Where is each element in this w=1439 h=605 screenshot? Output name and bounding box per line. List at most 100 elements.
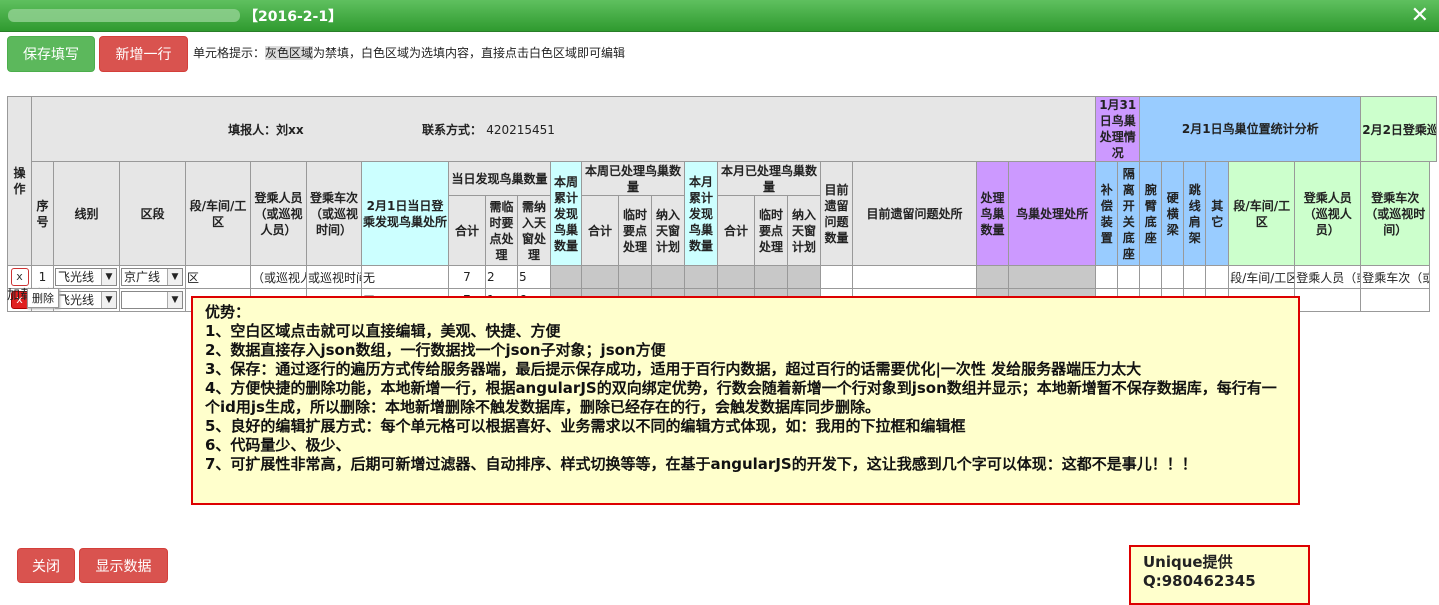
h-proc-count: 处理鸟巢数量	[976, 161, 1009, 266]
section-select-value: 京广线	[124, 270, 161, 284]
h-day-found: 当日发现鸟巢数量	[448, 161, 551, 196]
line-select[interactable]: 飞光线 ▼	[55, 268, 117, 286]
h-geli: 隔离开关底座	[1117, 161, 1141, 266]
h-remain-count: 目前遗留问题数量	[820, 161, 853, 266]
op-header: 操作	[7, 96, 32, 266]
advantage-item: 5、良好的编辑扩展方式：每个单元格可以根据喜好、业务需求以不同的编辑方式体现，如…	[205, 417, 966, 435]
cell-place[interactable]: 无	[361, 265, 449, 289]
cell-tiao[interactable]	[1183, 265, 1207, 289]
table-row: x 1 飞光线▼ 京广线▼ 区 （或巡视人 或巡视时间 无 7 2 5 段/车间…	[7, 265, 1437, 289]
h-other: 其它	[1205, 161, 1230, 266]
h-week-sky: 纳入天窗计划	[651, 195, 685, 266]
cell-dept2[interactable]: 段/车间/工区	[1228, 265, 1296, 289]
cell-geli[interactable]	[1117, 265, 1141, 289]
cell-remain-place[interactable]	[852, 265, 977, 289]
add-row-button[interactable]: 新增一行	[99, 36, 188, 72]
h-proc-place: 鸟巢处理处所	[1007, 161, 1097, 266]
line-select[interactable]: 飞光线 ▼	[55, 291, 117, 309]
filler-label: 填报人：刘xx	[228, 122, 304, 137]
section-select[interactable]: ▼	[121, 291, 183, 309]
h-week-done: 本周已处理鸟巢数量	[581, 161, 685, 196]
h-staff2: 登乘人员（巡视人员）	[1294, 161, 1362, 266]
group-jan31: 1月31日鸟巢处理情况	[1095, 96, 1141, 162]
h-month-done: 本月已处理鸟巢数量	[717, 161, 821, 196]
hint-prefix: 单元格提示：	[193, 46, 266, 60]
h-month-temp: 临时要点处理	[754, 195, 788, 266]
title-date: 【2016-2-1】	[244, 9, 343, 25]
cell-train[interactable]: 或巡视时间	[306, 265, 362, 289]
h-staff: 登乘人员（或巡视人员）	[250, 161, 307, 266]
save-button[interactable]: 保存填写	[7, 36, 95, 72]
h-buchang: 补偿装置	[1095, 161, 1119, 266]
blurred-title	[8, 9, 240, 22]
filler-row: 填报人：刘xx 联系方式： 420215451	[30, 96, 1097, 162]
h-line: 线别	[53, 161, 120, 266]
h-yinghengliang: 硬横梁	[1161, 161, 1185, 266]
advantage-item: 7、可扩展性非常高，后期可新增过滤器、自动排序、样式切换等等，在基于angula…	[205, 455, 1197, 473]
h-section: 区段	[119, 161, 186, 266]
line-select-value: 飞光线	[58, 270, 95, 284]
advantage-item: 2、数据直接存入json数组，一行数据找一个json子对象；json方便	[205, 341, 666, 359]
advantages-title: 优势：	[205, 303, 251, 321]
chevron-down-icon: ▼	[167, 292, 182, 308]
h-wanbi: 腕臂底座	[1139, 161, 1163, 266]
cell-other[interactable]	[1205, 265, 1230, 289]
cell-dept[interactable]: 区	[185, 265, 251, 289]
credit-line2: Q:980462345	[1143, 572, 1256, 590]
h-month-sum: 合计	[717, 195, 755, 266]
h-feb1-place: 2月1日当日登乘发现鸟巢处所	[361, 161, 449, 266]
cell-staff2[interactable]: 登乘人员（或	[1294, 265, 1362, 289]
h-month-sky: 纳入天窗计划	[787, 195, 821, 266]
cell-sum[interactable]: 7	[448, 265, 486, 289]
cell-remain-count[interactable]	[820, 265, 853, 289]
h-week-total: 本周累计发现鸟巢数量	[550, 161, 582, 266]
h-train2: 登乘车次（或巡视时间）	[1360, 161, 1431, 266]
credit-note: Unique提供 Q:980462345	[1129, 545, 1310, 605]
hint-gray-area: 灰色区域	[265, 46, 314, 60]
h-seq: 序号	[31, 161, 54, 266]
delete-tooltip: 删除	[27, 288, 59, 308]
cell-train2[interactable]: 登乘车次（或	[1360, 265, 1431, 289]
show-data-button[interactable]: 显示数据	[79, 548, 168, 583]
credit-line1: Unique提供	[1143, 553, 1233, 571]
advantage-item: 4、方便快捷的删除功能，本地新增一行，根据angularJS的双向绑定优势，行数…	[205, 379, 1277, 416]
h-day-skylight: 需纳入天窗处理	[517, 195, 551, 266]
cell-train2[interactable]	[1360, 288, 1431, 312]
cell-ying[interactable]	[1161, 265, 1185, 289]
hint-suffix: 为禁填，白色区域为选填内容，直接点击白色区域即可编辑	[313, 46, 626, 60]
cell-sky[interactable]: 5	[517, 265, 551, 289]
contact-value: 420215451	[486, 122, 555, 137]
data-grid: 操作 填报人：刘xx 联系方式： 420215451 1月31日鸟巢处理情况 2…	[7, 96, 1437, 312]
contact-label: 联系方式：	[421, 122, 482, 137]
h-month-total: 本月累计发现鸟巢数量	[684, 161, 718, 266]
chevron-down-icon: ▼	[167, 269, 182, 285]
group-feb1: 2月1日鸟巢位置统计分析	[1139, 96, 1362, 162]
advantage-item: 3、保存：通过逐行的遍历方式传给服务器端，最后提示保存成功，适用于百行内数据，超…	[205, 360, 1142, 378]
group-feb2: 2月2日登乘巡视计划	[1360, 96, 1437, 162]
cell-buchang[interactable]	[1095, 265, 1119, 289]
advantage-item: 6、代码量少、极少、	[205, 436, 351, 454]
cell-hint: 单元格提示：灰色区域为禁填，白色区域为选填内容，直接点击白色区域即可编辑	[193, 44, 625, 61]
cell-staff[interactable]: （或巡视人	[250, 265, 307, 289]
cell-urgent[interactable]: 2	[485, 265, 518, 289]
h-week-temp: 临时要点处理	[618, 195, 652, 266]
h-train: 登乘车次（或巡视时间）	[306, 161, 362, 266]
section-select[interactable]: 京广线 ▼	[121, 268, 183, 286]
close-icon[interactable]: ✕	[1411, 3, 1429, 28]
close-button[interactable]: 关闭	[17, 548, 75, 583]
h-week-sum: 合计	[581, 195, 619, 266]
h-dept: 段/车间/工区	[185, 161, 251, 266]
h-remain-place: 目前遗留问题处所	[852, 161, 977, 266]
advantage-item: 1、空白区域点击就可以直接编辑，美观、快捷、方便	[205, 322, 561, 340]
advantages-note: 优势： 1、空白区域点击就可以直接编辑，美观、快捷、方便 2、数据直接存入jso…	[191, 296, 1300, 505]
h-dept2: 段/车间/工区	[1228, 161, 1296, 266]
cell-staff2[interactable]	[1294, 288, 1362, 312]
cell-wanbi[interactable]	[1139, 265, 1163, 289]
h-tiaoxian: 跳线肩架	[1183, 161, 1207, 266]
h-day-sum: 合计	[448, 195, 486, 266]
chevron-down-icon: ▼	[101, 269, 116, 285]
h-day-urgent: 需临时要点处理	[485, 195, 518, 266]
title-bar: 【2016-2-1】 ✕	[0, 0, 1439, 32]
line-select-value: 飞光线	[58, 293, 95, 307]
chevron-down-icon: ▼	[101, 292, 116, 308]
